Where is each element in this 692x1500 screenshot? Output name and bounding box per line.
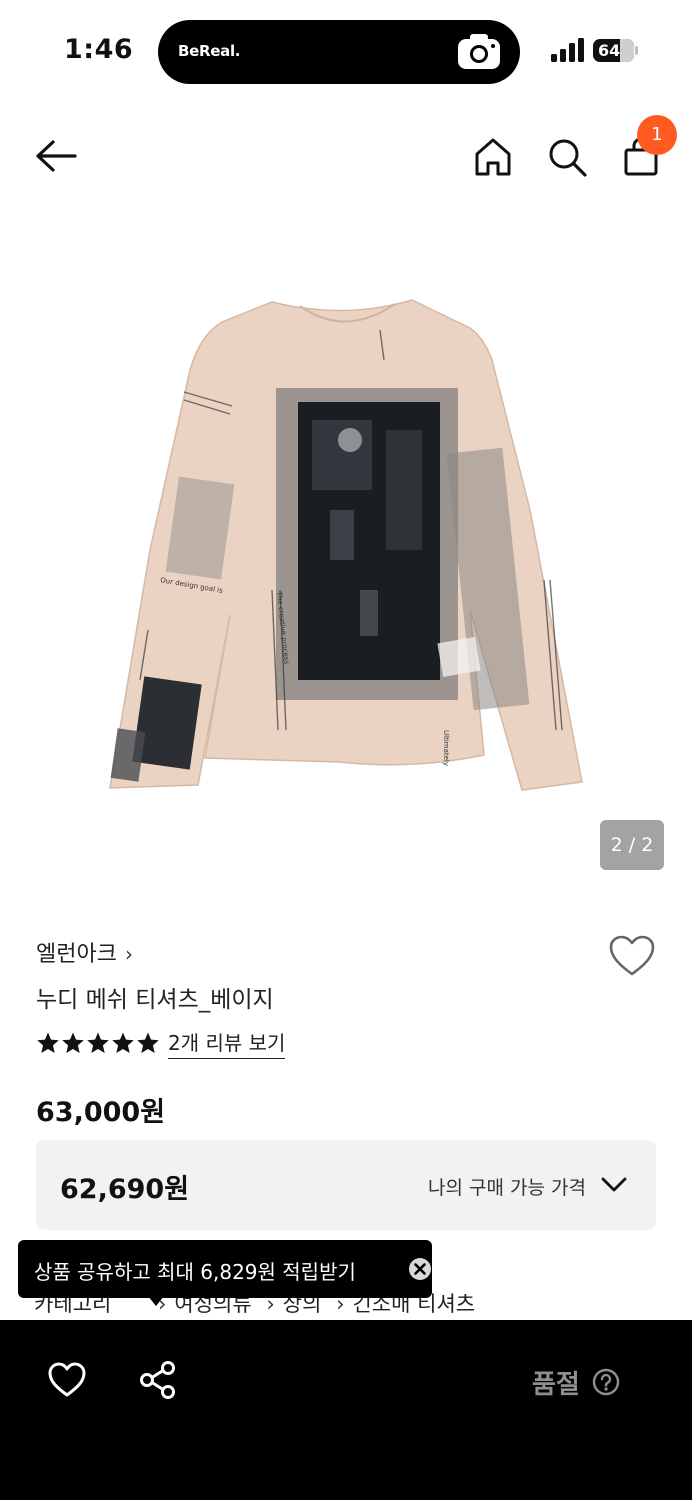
heart-icon[interactable]: [48, 1362, 86, 1398]
image-page-indicator: 2 / 2: [600, 820, 664, 870]
chevron-down-icon: [601, 1177, 627, 1192]
tooltip-text: 상품 공유하고 최대 6,829원 적립받기: [34, 1260, 356, 1284]
product-name: 누디 메쉬 티셔츠_베이지: [36, 987, 274, 1013]
battery-icon: 64: [593, 39, 639, 62]
my-price-dropdown[interactable]: 62,690원 나의 구매 가능 가격: [36, 1140, 656, 1230]
cart-count-badge: 1: [637, 115, 677, 155]
star-icon: [112, 1032, 134, 1053]
my-price-label: 나의 구매 가능 가격: [428, 1177, 586, 1199]
island-app-label: BeReal.: [178, 42, 241, 60]
camera-icon: [458, 34, 500, 69]
my-price-value: 62,690원: [60, 1174, 190, 1205]
soldout-label: 품절: [532, 1370, 580, 1400]
share-reward-tooltip: 상품 공유하고 최대 6,829원 적립받기: [18, 1240, 432, 1298]
product-price: 63,000원: [36, 1097, 166, 1128]
rating-row: 2개 리뷰 보기: [36, 1027, 286, 1059]
chevron-right-icon: ›: [124, 942, 133, 966]
star-icon: [87, 1032, 109, 1053]
print-text-ultimately: Ultimately: [442, 730, 450, 766]
close-icon[interactable]: [408, 1257, 432, 1281]
search-icon[interactable]: [546, 136, 588, 178]
battery-level: 64: [598, 41, 621, 60]
home-icon[interactable]: [472, 136, 514, 178]
product-photo: Our design goal is The creative process …: [109, 299, 583, 791]
bottom-action-bar: 품절: [0, 1320, 692, 1500]
status-time: 1:46: [64, 34, 134, 65]
dynamic-island[interactable]: BeReal.: [158, 20, 520, 84]
share-icon[interactable]: [138, 1360, 178, 1400]
heart-icon[interactable]: [608, 934, 656, 978]
back-arrow-icon[interactable]: [34, 136, 78, 176]
star-icon: [37, 1032, 59, 1053]
rating-stars: [36, 1031, 160, 1055]
brand-name: 엘런아크: [36, 942, 117, 967]
brand-link[interactable]: 엘런아크 ›: [36, 936, 133, 968]
tooltip-tail: [148, 1296, 164, 1306]
star-icon: [62, 1032, 84, 1053]
review-link[interactable]: 2개 리뷰 보기: [168, 1027, 286, 1059]
product-image-gallery[interactable]: Our design goal is The creative process …: [0, 210, 692, 900]
help-icon[interactable]: [592, 1368, 620, 1396]
top-navigation: [0, 110, 692, 200]
star-icon: [137, 1032, 159, 1053]
cellular-signal-icon: [551, 38, 584, 62]
status-bar: 1:46 BeReal. 64: [0, 0, 692, 100]
